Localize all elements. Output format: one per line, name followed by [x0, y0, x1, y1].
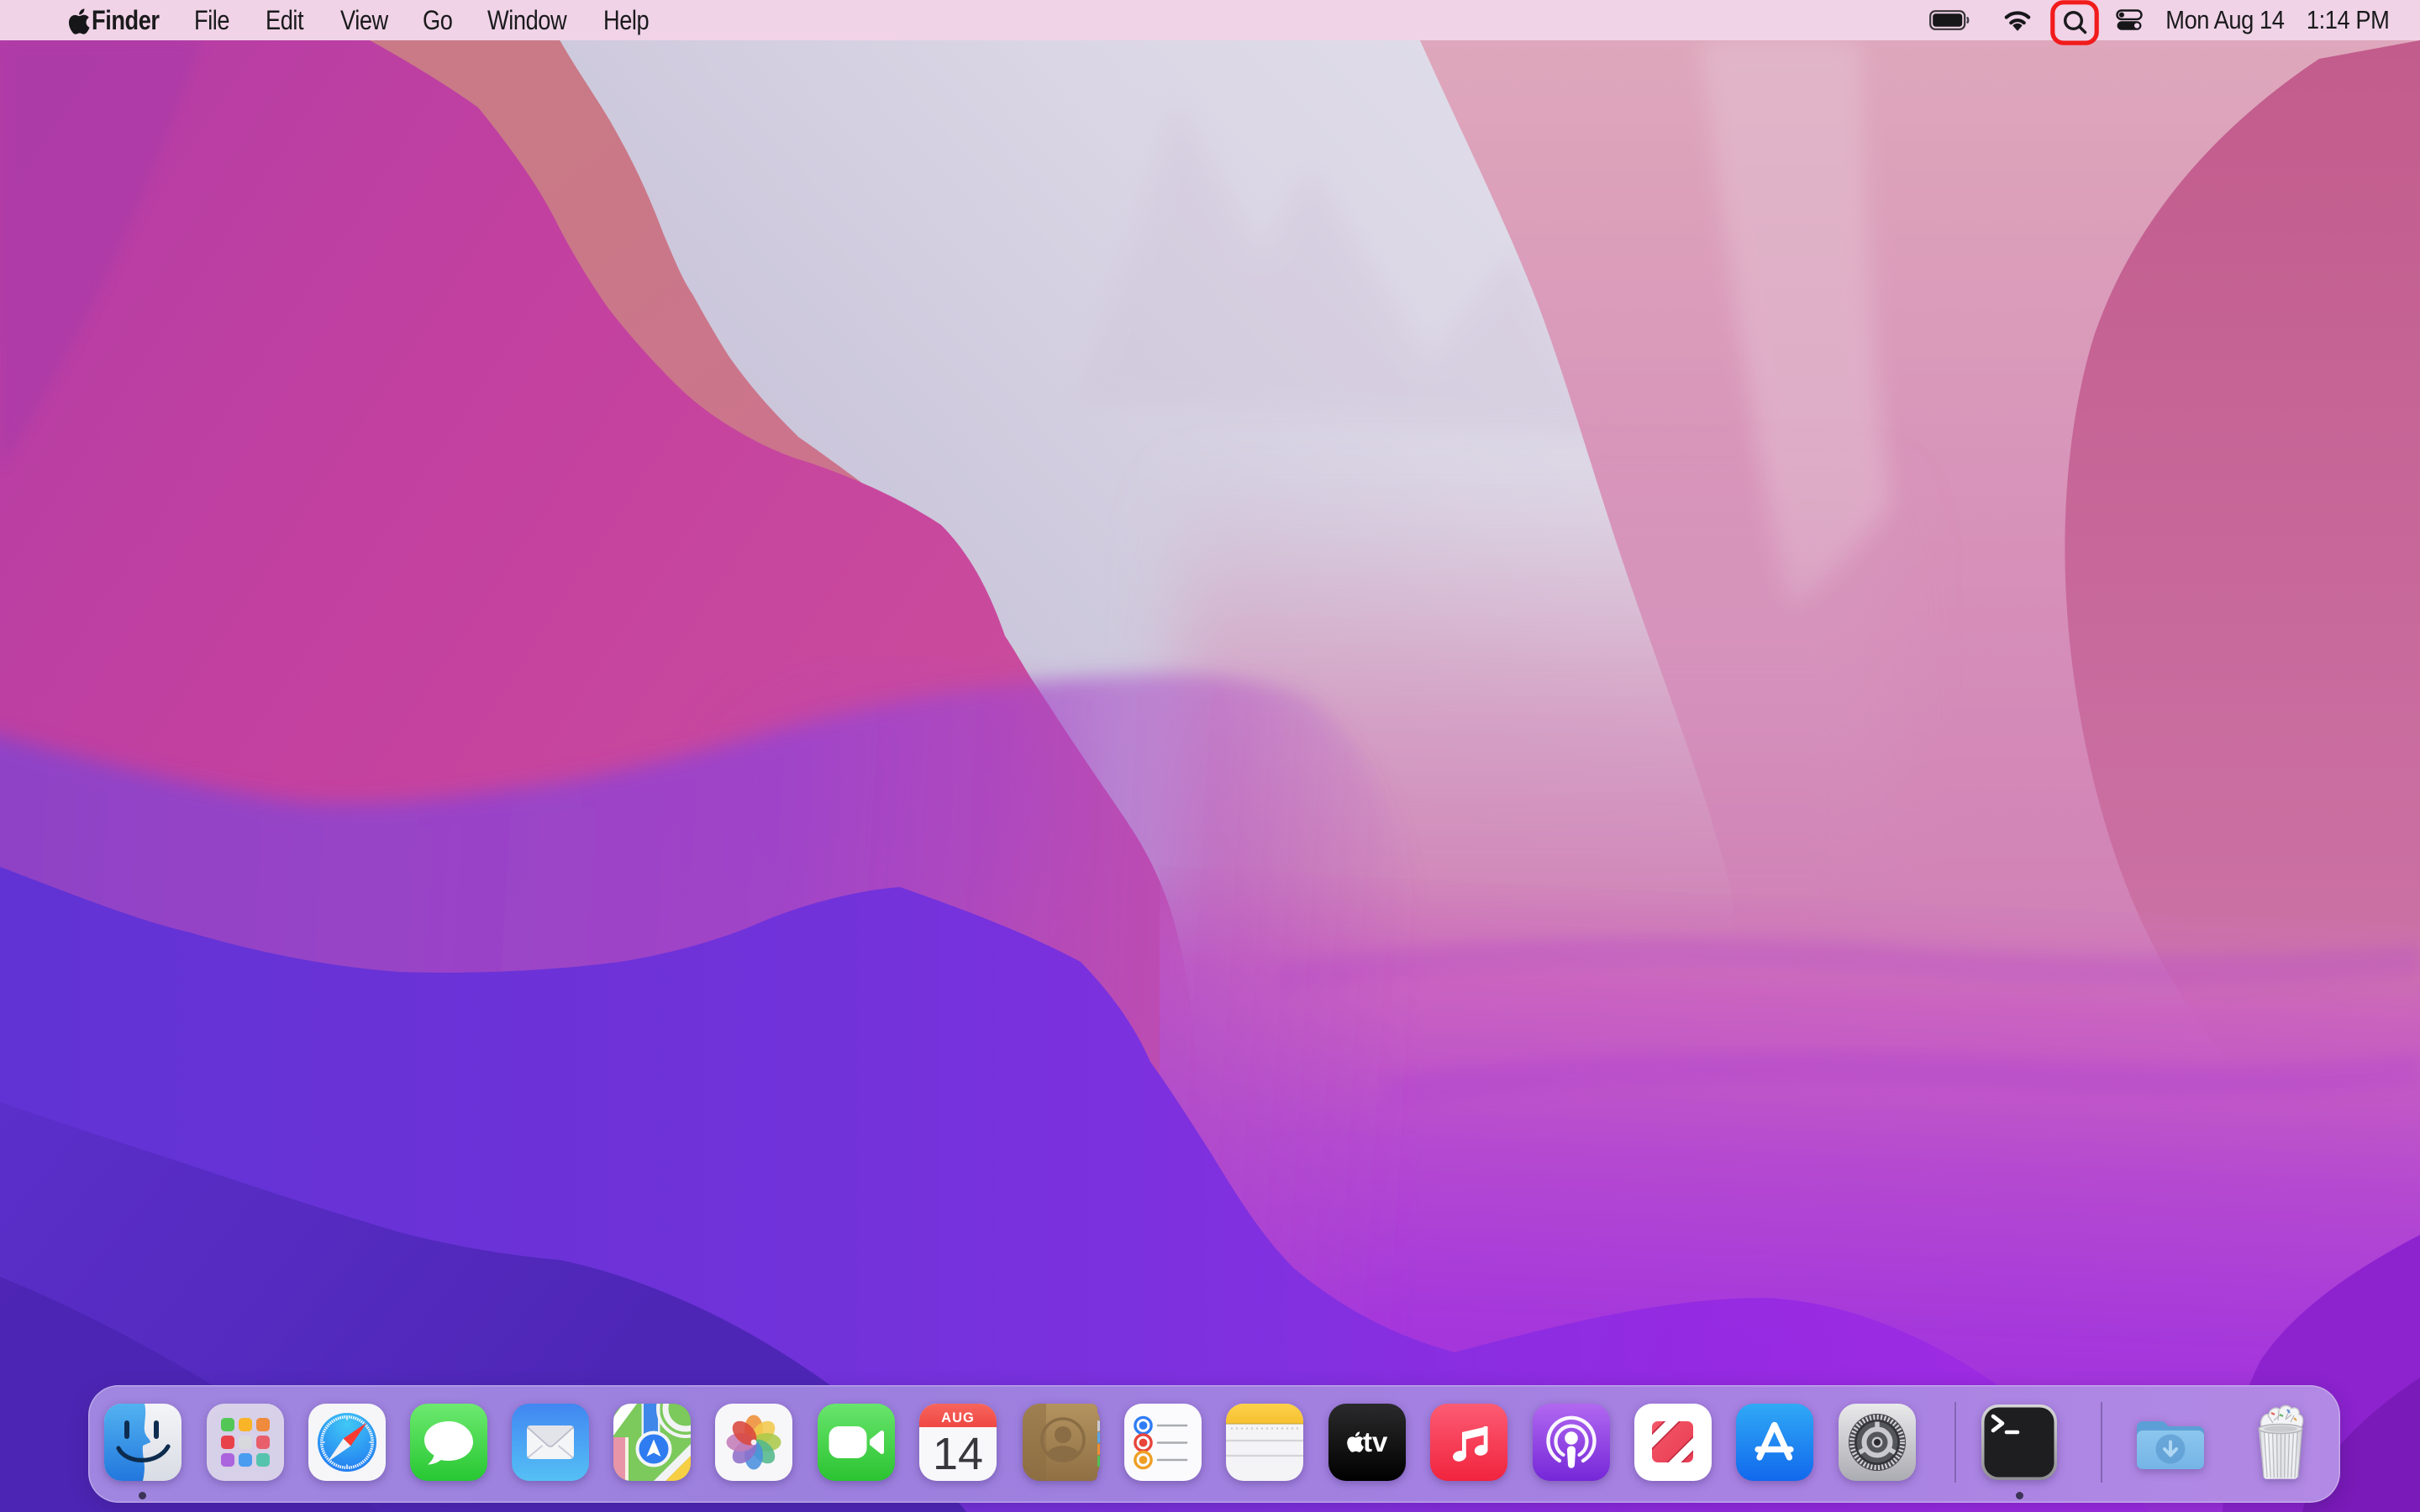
svg-text:AUG: AUG	[941, 1410, 975, 1425]
svg-text:tv: tv	[1363, 1426, 1388, 1457]
svg-text:14: 14	[933, 1429, 983, 1479]
